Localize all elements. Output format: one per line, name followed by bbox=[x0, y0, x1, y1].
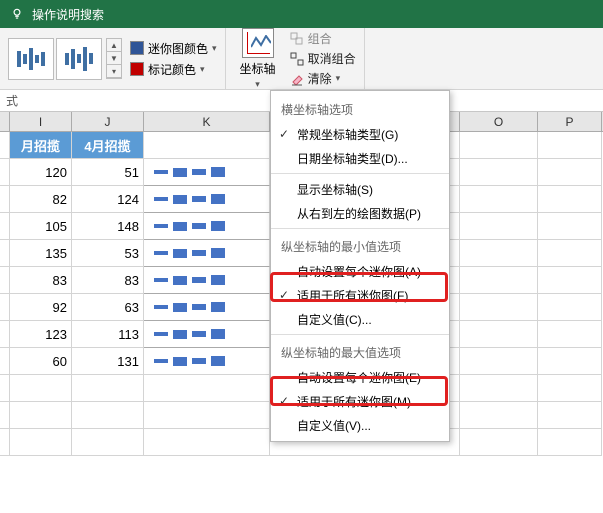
menu-item-auto-each-min[interactable]: 自动设置每个迷你图(A) bbox=[271, 259, 449, 283]
cell[interactable]: 148 bbox=[72, 213, 144, 240]
cell[interactable]: 51 bbox=[72, 159, 144, 186]
gallery-more-icon[interactable]: ▾ bbox=[107, 65, 121, 78]
menu-item-rtl-plot[interactable]: 从右到左的绘图数据(P) bbox=[271, 201, 449, 225]
cell[interactable]: 124 bbox=[72, 186, 144, 213]
axis-group-section: 坐标轴 ▾ 组合 取消组合 清除 ▾ bbox=[226, 28, 365, 89]
table-header: 4月招揽 bbox=[72, 132, 144, 159]
axis-button[interactable]: 坐标轴 ▾ bbox=[234, 28, 282, 90]
sparkline-color-button[interactable]: 迷你图颜色 ▾ bbox=[130, 40, 217, 57]
axis-label: 坐标轴 bbox=[240, 60, 276, 77]
sparkline-cell[interactable] bbox=[144, 348, 270, 375]
sparkline-cell[interactable] bbox=[144, 321, 270, 348]
table-header: 月招揽 bbox=[10, 132, 72, 159]
menu-item-custom-min[interactable]: 自定义值(C)... bbox=[271, 307, 449, 331]
menu-item-all-max[interactable]: 适用于所有迷你图(M) bbox=[271, 389, 449, 413]
sparkline-style-thumb[interactable] bbox=[56, 38, 102, 80]
gallery-scroll[interactable]: ▲ ▼ ▾ bbox=[106, 38, 122, 79]
sparkline-cell[interactable] bbox=[144, 159, 270, 186]
menu-item-auto-each-max[interactable]: 自动设置每个迷你图(E) bbox=[271, 365, 449, 389]
menu-item-general-axis-type[interactable]: 常规坐标轴类型(G) bbox=[271, 122, 449, 146]
chevron-down-icon: ▾ bbox=[212, 43, 217, 54]
chevron-down-icon: ▾ bbox=[200, 64, 205, 75]
axis-icon bbox=[242, 28, 274, 58]
sparkline-cell[interactable] bbox=[144, 240, 270, 267]
col-header[interactable]: O bbox=[460, 112, 538, 131]
swatch-icon bbox=[130, 41, 144, 55]
group-label: 组合 bbox=[308, 30, 332, 47]
menu-section-header: 纵坐标轴的最小值选项 bbox=[271, 232, 449, 259]
axis-dropdown-menu: 横坐标轴选项 常规坐标轴类型(G) 日期坐标轴类型(D)... 显示坐标轴(S)… bbox=[270, 90, 450, 442]
col-header[interactable]: I bbox=[10, 112, 72, 131]
ungroup-button[interactable]: 取消组合 bbox=[290, 50, 356, 67]
cell[interactable]: 120 bbox=[10, 159, 72, 186]
marker-color-label: 标记颜色 bbox=[148, 61, 196, 78]
cell[interactable]: 83 bbox=[72, 267, 144, 294]
marker-color-button[interactable]: 标记颜色 ▾ bbox=[130, 61, 217, 78]
sparkline-cell[interactable] bbox=[144, 294, 270, 321]
cell[interactable]: 60 bbox=[10, 348, 72, 375]
cell[interactable]: 53 bbox=[72, 240, 144, 267]
menu-item-date-axis-type[interactable]: 日期坐标轴类型(D)... bbox=[271, 146, 449, 170]
sparkline-color-label: 迷你图颜色 bbox=[148, 40, 208, 57]
chevron-down-icon: ▾ bbox=[255, 79, 260, 90]
gallery-up-icon[interactable]: ▲ bbox=[107, 39, 121, 52]
sparkline-style-group: ▲ ▼ ▾ 迷你图颜色 ▾ 标记颜色 ▾ bbox=[0, 28, 226, 89]
lightbulb-icon bbox=[10, 7, 24, 21]
cell[interactable]: 92 bbox=[10, 294, 72, 321]
cell[interactable]: 83 bbox=[10, 267, 72, 294]
col-header[interactable]: P bbox=[538, 112, 602, 131]
cell[interactable]: 82 bbox=[10, 186, 72, 213]
cell[interactable]: 105 bbox=[10, 213, 72, 240]
formula-text: 式 bbox=[6, 92, 18, 109]
gallery-down-icon[interactable]: ▼ bbox=[107, 52, 121, 65]
menu-section-header: 横坐标轴选项 bbox=[271, 95, 449, 122]
cell[interactable]: 63 bbox=[72, 294, 144, 321]
sparkline-style-thumb[interactable] bbox=[8, 38, 54, 80]
sparkline-cell[interactable] bbox=[144, 186, 270, 213]
menu-item-show-axis[interactable]: 显示坐标轴(S) bbox=[271, 177, 449, 201]
menu-section-header: 纵坐标轴的最大值选项 bbox=[271, 338, 449, 365]
chevron-down-icon: ▾ bbox=[336, 73, 341, 84]
clear-button[interactable]: 清除 ▾ bbox=[290, 70, 356, 87]
ungroup-icon bbox=[290, 52, 304, 66]
swatch-icon bbox=[130, 62, 144, 76]
ribbon: ▲ ▼ ▾ 迷你图颜色 ▾ 标记颜色 ▾ 坐标轴 ▾ bbox=[0, 28, 603, 90]
clear-label: 清除 bbox=[308, 70, 332, 87]
col-header[interactable]: J bbox=[72, 112, 144, 131]
sparkline-cell[interactable] bbox=[144, 267, 270, 294]
group-icon bbox=[290, 32, 304, 46]
col-header[interactable]: K bbox=[144, 112, 270, 131]
menu-item-all-min[interactable]: 适用于所有迷你图(F) bbox=[271, 283, 449, 307]
tell-me-input[interactable]: 操作说明搜索 bbox=[32, 6, 104, 23]
cell[interactable]: 131 bbox=[72, 348, 144, 375]
menu-item-custom-max[interactable]: 自定义值(V)... bbox=[271, 413, 449, 437]
cell[interactable]: 123 bbox=[10, 321, 72, 348]
sparkline-cell[interactable] bbox=[144, 213, 270, 240]
cell[interactable]: 135 bbox=[10, 240, 72, 267]
sparkline-gallery[interactable]: ▲ ▼ ▾ bbox=[8, 38, 122, 80]
cell[interactable]: 113 bbox=[72, 321, 144, 348]
tell-me-bar: 操作说明搜索 bbox=[0, 0, 603, 28]
eraser-icon bbox=[290, 72, 304, 86]
group-button[interactable]: 组合 bbox=[290, 30, 356, 47]
ungroup-label: 取消组合 bbox=[308, 50, 356, 67]
cell[interactable] bbox=[144, 132, 270, 159]
